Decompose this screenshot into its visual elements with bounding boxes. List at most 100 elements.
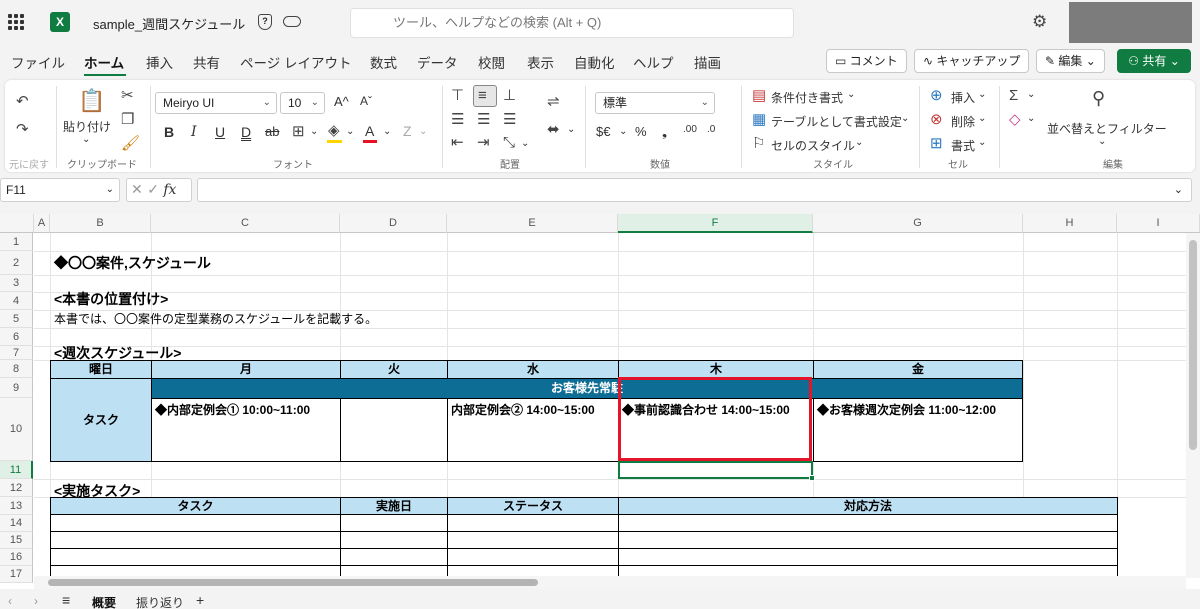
sheet-list-icon[interactable]: ≡ bbox=[62, 592, 70, 608]
task-table-cell[interactable] bbox=[447, 548, 619, 566]
currency-icon[interactable]: $€ bbox=[596, 124, 610, 139]
tab-formulas[interactable]: 数式 bbox=[370, 52, 397, 72]
align-right-icon[interactable]: ☰ bbox=[503, 112, 516, 128]
task-table-cell[interactable] bbox=[447, 565, 619, 576]
row-header[interactable]: 10 bbox=[0, 398, 33, 461]
task-cell-mon[interactable]: ◆内部定例会① 10:00~11:00 bbox=[151, 398, 341, 462]
horizontal-scroll-thumb[interactable] bbox=[48, 579, 538, 586]
bold-icon[interactable]: B bbox=[164, 124, 174, 140]
chevron-down-icon[interactable]: ⌄ bbox=[1027, 113, 1035, 124]
catchup-button[interactable]: ∿ キャッチアップ bbox=[914, 49, 1030, 73]
tab-draw[interactable]: 描画 bbox=[694, 52, 721, 72]
row-header[interactable]: 5 bbox=[0, 310, 33, 328]
tab-page-layout[interactable]: ページ レイアウト bbox=[240, 52, 351, 72]
chevron-down-icon[interactable]: ⌄ bbox=[82, 134, 90, 145]
increase-decimal-icon[interactable]: .00 bbox=[683, 124, 697, 135]
sheet-tab-overview[interactable]: 概要 bbox=[92, 594, 116, 609]
orientation-icon[interactable]: ⤡ bbox=[503, 135, 515, 151]
underline-icon[interactable]: U bbox=[215, 124, 225, 140]
task-table-cell[interactable] bbox=[618, 565, 1118, 576]
merge-cells-icon[interactable]: ⬌ bbox=[547, 122, 560, 138]
conditional-format-icon[interactable]: ▤ bbox=[752, 88, 766, 104]
sheet-tab-retrospective[interactable]: 振り返り bbox=[136, 594, 184, 609]
tab-view[interactable]: 表示 bbox=[527, 52, 554, 72]
align-left-icon[interactable]: ☰ bbox=[451, 112, 464, 128]
undo-icon[interactable]: ↶ bbox=[16, 94, 29, 110]
table-format-button[interactable]: テーブルとして書式設定 bbox=[771, 113, 902, 130]
weekly-header-day[interactable]: 曜日 bbox=[50, 360, 152, 379]
row-header[interactable]: 2 bbox=[0, 251, 33, 275]
chevron-down-icon[interactable]: ⌄ bbox=[978, 137, 986, 148]
row-header[interactable]: 4 bbox=[0, 292, 33, 310]
search-input[interactable]: ツール、ヘルプなどの検索 (Alt + Q) bbox=[350, 8, 794, 38]
edit-mode-button[interactable]: ✎ 編集 ⌄ bbox=[1036, 49, 1105, 73]
format-painter-icon[interactable]: 🖌 bbox=[121, 136, 140, 152]
column-header-e[interactable]: E bbox=[447, 214, 618, 233]
task-table-cell[interactable] bbox=[447, 514, 619, 532]
chevron-down-icon[interactable]: ⌄ bbox=[847, 89, 855, 100]
weekly-header-fri[interactable]: 金 bbox=[813, 360, 1023, 379]
row-header[interactable]: 8 bbox=[0, 360, 33, 378]
font-name-select[interactable]: Meiryo UI ⌄ bbox=[155, 92, 277, 114]
row-header[interactable]: 16 bbox=[0, 549, 33, 566]
row-header[interactable]: 7 bbox=[0, 346, 33, 360]
chevron-down-icon[interactable]: ⌄ bbox=[1174, 179, 1183, 201]
share-button[interactable]: ⚇ 共有 ⌄ bbox=[1117, 49, 1191, 73]
task-table-cell[interactable] bbox=[618, 514, 1118, 532]
row-header[interactable]: 11 bbox=[0, 461, 33, 479]
task-table-cell[interactable] bbox=[618, 531, 1118, 549]
task-header-date[interactable]: 実施日 bbox=[340, 497, 448, 515]
insert-cells-button[interactable]: 挿入 bbox=[951, 89, 975, 106]
autosum-icon[interactable]: Σ bbox=[1009, 88, 1018, 104]
chevron-down-icon[interactable]: ⌄ bbox=[1027, 89, 1035, 100]
chevron-down-icon[interactable]: ⌄ bbox=[346, 126, 354, 137]
chevron-down-icon[interactable]: ⌄ bbox=[855, 137, 863, 148]
percent-icon[interactable]: % bbox=[635, 124, 647, 139]
confirm-icon[interactable]: ✓ bbox=[147, 182, 163, 198]
column-header-b[interactable]: B bbox=[50, 214, 151, 233]
column-header-f[interactable]: F bbox=[618, 214, 813, 233]
decrease-decimal-icon[interactable]: .0 bbox=[707, 124, 715, 135]
document-title[interactable]: sample_週間スケジュール bbox=[93, 14, 245, 33]
chevron-down-icon[interactable]: ⌄ bbox=[901, 113, 909, 124]
double-underline-icon[interactable]: D bbox=[241, 124, 251, 140]
task-cell-wed[interactable]: 内部定例会② 14:00~15:00 bbox=[447, 398, 619, 462]
tab-file[interactable]: ファイル bbox=[11, 52, 65, 72]
tab-review[interactable]: 校閲 bbox=[478, 52, 505, 72]
task-header-task[interactable]: タスク bbox=[50, 497, 341, 515]
font-size-select[interactable]: 10 ⌄ bbox=[280, 92, 325, 114]
row-header[interactable]: 6 bbox=[0, 328, 33, 346]
align-bottom-icon[interactable]: ⊥ bbox=[503, 88, 516, 104]
task-table-cell[interactable] bbox=[340, 548, 448, 566]
sort-filter-button[interactable]: 並べ替えとフィルター bbox=[1047, 120, 1167, 137]
tab-insert[interactable]: 挿入 bbox=[146, 52, 173, 72]
task-table-cell[interactable] bbox=[340, 531, 448, 549]
row-header[interactable]: 1 bbox=[0, 233, 33, 251]
weekly-header-tue[interactable]: 火 bbox=[340, 360, 448, 379]
conditional-format-button[interactable]: 条件付き書式 bbox=[771, 89, 843, 106]
cloud-saved-icon[interactable] bbox=[283, 16, 301, 27]
delete-cells-icon[interactable]: ⊗ bbox=[930, 112, 943, 128]
comma-icon[interactable]: ❟ bbox=[662, 124, 667, 140]
task-header-method[interactable]: 対応方法 bbox=[618, 497, 1118, 515]
prev-sheet-icon[interactable]: ‹ bbox=[8, 594, 12, 608]
column-header-a[interactable]: A bbox=[34, 214, 50, 233]
row-header[interactable]: 14 bbox=[0, 515, 33, 532]
select-all-corner[interactable] bbox=[0, 214, 34, 233]
column-header-i[interactable]: I bbox=[1117, 214, 1200, 233]
chevron-down-icon[interactable]: ⌄ bbox=[419, 126, 427, 137]
insert-cells-icon[interactable]: ⊕ bbox=[930, 88, 943, 104]
cell-style-icon[interactable]: ⚐ bbox=[752, 136, 765, 152]
eraser-icon[interactable]: ◇ bbox=[1009, 112, 1021, 128]
formula-input[interactable]: ⌄ bbox=[197, 178, 1192, 202]
row-header[interactable]: 13 bbox=[0, 497, 33, 515]
name-box[interactable]: F11 ⌄ bbox=[0, 178, 120, 202]
row-header[interactable]: 17 bbox=[0, 566, 33, 583]
description-text[interactable]: 本書では、〇〇案件の定型業務のスケジュールを記載する。 bbox=[54, 310, 377, 327]
task-table-cell[interactable] bbox=[50, 565, 341, 576]
active-cell-outline[interactable] bbox=[618, 461, 813, 479]
chevron-down-icon[interactable]: ⌄ bbox=[1098, 136, 1106, 147]
add-sheet-icon[interactable]: + bbox=[196, 592, 204, 608]
align-top-icon[interactable]: ⊤ bbox=[451, 88, 464, 104]
cancel-icon[interactable]: ✕ bbox=[131, 182, 147, 198]
